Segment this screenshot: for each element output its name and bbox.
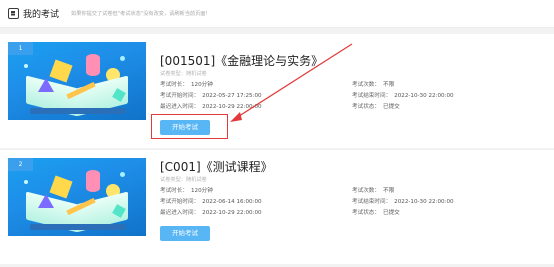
- exam-status: 考试状态： 已提交: [352, 208, 400, 216]
- exam-index-badge: 2: [8, 158, 33, 171]
- start-exam-button[interactable]: 开始考试: [160, 226, 210, 241]
- exam-type-label: 试卷类型：: [160, 71, 186, 77]
- page-title: 我的考试: [23, 10, 60, 20]
- refresh-notice: 如果你提交了试卷但"考试状态"没有改变，请刷新当前页面!: [71, 11, 208, 17]
- exam-count-label: 考试次数：: [352, 188, 380, 194]
- exam-duration-value: 120分钟: [190, 188, 213, 194]
- exam-count-value: 不限: [382, 188, 395, 194]
- exam-last-value: 2022-10-29 22:00:00: [202, 210, 262, 216]
- exam-count-value: 不限: [382, 82, 395, 88]
- exam-end-label: 考试结束时间：: [352, 93, 392, 99]
- highlight-box: [151, 114, 228, 139]
- exam-status-value: 已提交: [382, 104, 400, 110]
- exam-duration: 考试时长： 120分钟: [160, 186, 213, 194]
- exam-last-value: 2022-10-29 22:00:00: [202, 104, 262, 110]
- exam-card: 2 [C001]《测试课程》 试卷类型：随机试卷 考试时长： 120分钟 考试开始…: [0, 150, 554, 264]
- exam-status-value: 已提交: [382, 210, 400, 216]
- exam-count-label: 考试次数：: [352, 82, 380, 88]
- exam-last-entry: 最迟进入时间： 2022-10-29 22:00:00: [160, 102, 262, 110]
- exam-start-label: 考试开始时间：: [160, 199, 200, 205]
- exam-list-icon: [8, 8, 19, 19]
- exam-end-label: 考试结束时间：: [352, 199, 392, 205]
- exam-status-label: 考试状态：: [352, 210, 380, 216]
- exam-attempts: 考试次数： 不限: [352, 186, 394, 194]
- exam-duration-value: 120分钟: [190, 82, 213, 88]
- exam-last-label: 最迟进入时间：: [160, 210, 200, 216]
- exam-cover-image: 2: [8, 158, 146, 236]
- exam-duration-label: 考试时长：: [160, 82, 188, 88]
- exam-end-time: 考试结束时间： 2022-10-30 22:00:00: [352, 197, 454, 205]
- exam-attempts: 考试次数： 不限: [352, 80, 394, 88]
- exam-last-entry: 最迟进入时间： 2022-10-29 22:00:00: [160, 208, 262, 216]
- exam-title: [001501]《金融理论与实务》: [160, 54, 324, 68]
- exam-index-badge: 1: [8, 42, 33, 55]
- exam-start-time: 考试开始时间： 2022-06-14 16:00:00: [160, 197, 262, 205]
- exam-type: 试卷类型：随机试卷: [160, 176, 207, 183]
- page: 我的考试 如果你提交了试卷但"考试状态"没有改变，请刷新当前页面! 1 [001…: [0, 0, 554, 267]
- exam-end-value: 2022-10-30 22:00:00: [394, 93, 454, 99]
- exam-type: 试卷类型：随机试卷: [160, 70, 207, 77]
- exam-duration: 考试时长： 120分钟: [160, 80, 213, 88]
- exam-status-label: 考试状态：: [352, 104, 380, 110]
- page-header: 我的考试 如果你提交了试卷但"考试状态"没有改变，请刷新当前页面!: [0, 0, 554, 28]
- exam-start-value: 2022-05-27 17:25:00: [202, 93, 262, 99]
- exam-start-label: 考试开始时间：: [160, 93, 200, 99]
- exam-end-time: 考试结束时间： 2022-10-30 22:00:00: [352, 91, 454, 99]
- exam-start-time: 考试开始时间： 2022-05-27 17:25:00: [160, 91, 262, 99]
- exam-card: 1 [001501]《金融理论与实务》 试卷类型：随机试卷 考试时长： 120分钟…: [0, 34, 554, 148]
- exam-type-value: 随机试卷: [185, 177, 207, 183]
- exam-end-value: 2022-10-30 22:00:00: [394, 199, 454, 205]
- exam-cover-image: 1: [8, 42, 146, 120]
- exam-last-label: 最迟进入时间：: [160, 104, 200, 110]
- exam-type-value: 随机试卷: [185, 71, 207, 77]
- exam-duration-label: 考试时长：: [160, 188, 188, 194]
- exam-status: 考试状态： 已提交: [352, 102, 400, 110]
- exam-start-value: 2022-06-14 16:00:00: [202, 199, 262, 205]
- exam-title: [C001]《测试课程》: [160, 160, 273, 174]
- exam-type-label: 试卷类型：: [160, 177, 186, 183]
